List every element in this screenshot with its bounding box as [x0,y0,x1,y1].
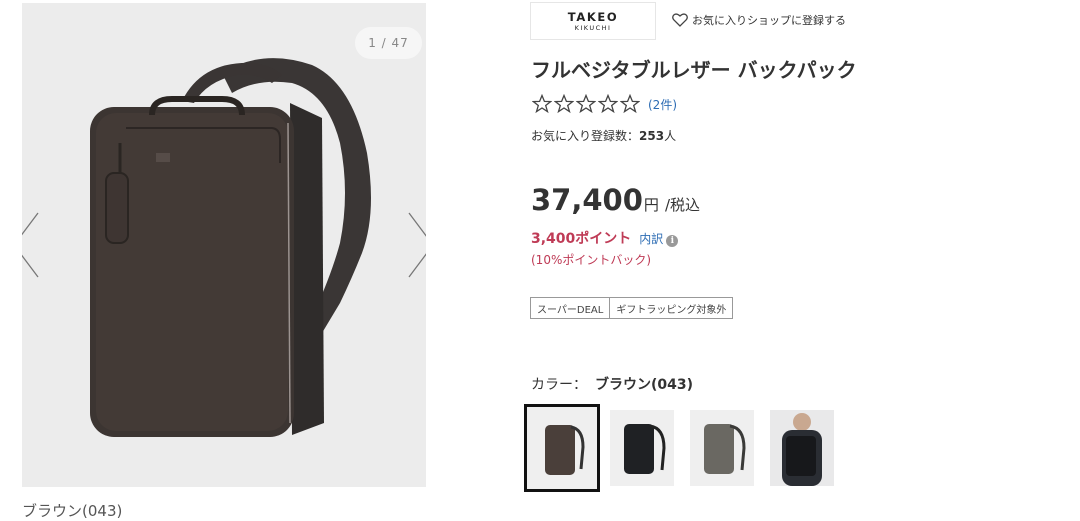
swatch-model[interactable] [770,410,834,486]
tag-list: スーパーDEAL ギフトラッピング対象外 [530,297,734,319]
tag-gift-wrapping[interactable]: ギフトラッピング対象外 [610,297,734,319]
points: 3,400ポイント 内訳 i [531,228,679,248]
swatch-model-image [770,410,834,486]
product-image-gallery[interactable]: 1 / 47 [22,3,426,487]
product-title: フルベジタブルレザー バックパック [531,58,857,82]
points-detail-link[interactable]: 内訳 i [639,230,679,247]
price-value: 37,400 [531,183,643,217]
product-image-backpack [90,58,371,437]
shop-logo-line1: TAKEO [567,9,619,24]
favorite-count: お気に入り登録数：253人 [531,127,676,144]
points-value: 3,400ポイント [531,231,632,247]
swatch-black-image [610,410,674,486]
points-detail-label: 内訳 [639,231,664,246]
price: 37,400 円 /税込 [531,183,700,217]
favorite-count-label: お気に入り登録数： [531,129,640,143]
star-empty-icon [598,94,618,114]
color-label: カラー： [531,377,587,393]
swatch-black[interactable] [610,410,674,486]
star-empty-icon [532,94,552,114]
price-unit: 円 [643,196,659,214]
price-tax: /税込 [664,196,700,214]
favorite-shop-label: お気に入りショップに登録する [692,14,846,27]
color-selector-label: カラー： ブラウン(043) [531,374,693,394]
tag-super-deal[interactable]: スーパーDEAL [530,297,611,319]
info-icon: i [666,234,679,247]
favorite-count-value: 253 [639,129,665,143]
next-image-arrow-icon[interactable] [407,211,426,283]
points-back: (10%ポイントバック) [531,253,652,267]
review-count-link[interactable]: (2件) [648,96,677,113]
shop-logo[interactable]: TAKEO KIKUCHI [530,2,656,40]
swatch-brown[interactable] [524,404,600,492]
favorite-shop-button[interactable]: お気に入りショップに登録する [672,12,846,28]
star-empty-icon [554,94,574,114]
star-empty-icon [576,94,596,114]
swatch-gray-image [690,410,754,486]
color-selected: ブラウン(043) [595,377,694,393]
rating[interactable]: (2件) [532,94,677,114]
heart-icon [672,13,688,27]
swatch-brown-image [527,407,597,489]
prev-image-arrow-icon[interactable] [22,211,40,283]
favorite-count-unit: 人 [664,129,677,143]
star-empty-icon [620,94,640,114]
shop-logo-line2: KIKUCHI [574,23,612,32]
image-counter: 1 / 47 [355,27,422,59]
swatch-gray[interactable] [690,410,754,486]
